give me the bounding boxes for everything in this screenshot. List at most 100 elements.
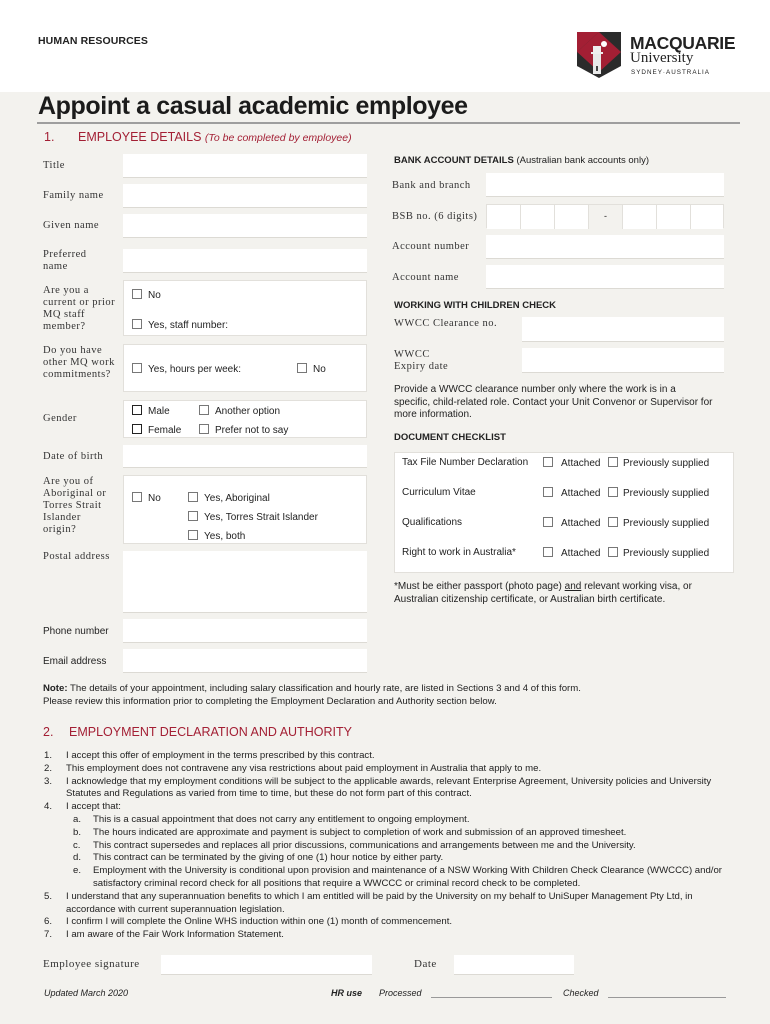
mq-staff-yes[interactable]: Yes, staff number:: [132, 319, 228, 331]
declaration-subitem: a. This is a casual appointment that does…: [73, 813, 470, 825]
wwcc-expiry-input[interactable]: [522, 348, 724, 373]
wwcc-clearance-label: WWCC Clearance no.: [394, 318, 498, 329]
phone-input[interactable]: [123, 619, 367, 643]
aboriginal-group: No Yes, Aboriginal Yes, Torres Strait Is…: [123, 475, 367, 544]
bsb-digit-3[interactable]: [555, 205, 589, 229]
declaration-subitem: e. Employment with the University is cond…: [73, 865, 723, 889]
bank-branch-input[interactable]: [486, 173, 724, 197]
bank-branch-label: Bank and branch: [392, 180, 471, 191]
checkbox[interactable]: [543, 487, 553, 497]
department-label: HUMAN RESOURCES: [38, 35, 149, 47]
page-title: Appoint a casual academic employee: [38, 92, 468, 120]
date-label: Date: [414, 958, 437, 970]
postal-address-input[interactable]: [123, 551, 367, 613]
checklist-row: Right to work in Australia* Attached Pre…: [402, 547, 710, 559]
attached-option[interactable]: Attached: [543, 457, 600, 469]
checklist-footnote: *Must be either passport (photo page) an…: [394, 581, 692, 605]
checklist-heading: DOCUMENT CHECKLIST: [394, 432, 506, 443]
checkbox[interactable]: [608, 517, 618, 527]
checkbox[interactable]: [297, 363, 307, 373]
checklist-row: Qualifications Attached Previously suppl…: [402, 517, 710, 529]
declaration-item: 6. I confirm I will complete the Online W…: [44, 916, 453, 928]
account-name-input[interactable]: [486, 265, 724, 289]
checkbox[interactable]: [199, 405, 209, 415]
checkbox[interactable]: [132, 405, 142, 415]
account-number-input[interactable]: [486, 235, 724, 259]
previously-supplied-option[interactable]: Previously supplied: [608, 487, 709, 499]
processed-line: [431, 997, 552, 998]
declaration-item: 7. I am aware of the Fair Work Informatio…: [44, 929, 284, 941]
checkbox[interactable]: [132, 492, 142, 502]
bsb-digit-4[interactable]: [623, 205, 657, 229]
mq-staff-no[interactable]: No: [132, 289, 161, 301]
aboriginal-yes[interactable]: Yes, Aboriginal: [188, 492, 270, 504]
checkbox[interactable]: [188, 530, 198, 540]
previously-supplied-option[interactable]: Previously supplied: [608, 517, 709, 529]
wwcc-clearance-input[interactable]: [522, 317, 724, 342]
other-commitments-group: Yes, hours per week: No: [123, 344, 367, 392]
dob-label: Date of birth: [43, 451, 104, 462]
section2-heading: 2. EMPLOYMENT DECLARATION AND AUTHORITY: [43, 725, 352, 739]
postal-address-label: Postal address: [43, 551, 110, 562]
account-name-label: Account name: [392, 272, 459, 283]
checkbox[interactable]: [188, 511, 198, 521]
bsb-digit-2[interactable]: [521, 205, 555, 229]
checkbox[interactable]: [543, 547, 553, 557]
previously-supplied-option[interactable]: Previously supplied: [608, 547, 709, 559]
previously-supplied-option[interactable]: Previously supplied: [608, 457, 709, 469]
checkbox[interactable]: [199, 424, 209, 434]
given-name-input[interactable]: [123, 214, 367, 238]
checklist-row: Curriculum Vitae Attached Previously sup…: [402, 487, 710, 499]
bsb-input-group: -: [486, 204, 724, 229]
declaration-item: 1. I accept this offer of employment in t…: [44, 750, 375, 761]
checkbox[interactable]: [132, 363, 142, 373]
logo-tagline: SYDNEY·AUSTRALIA: [631, 69, 710, 76]
attached-option[interactable]: Attached: [543, 517, 600, 529]
commitments-no[interactable]: No: [297, 363, 326, 375]
title-divider: [37, 122, 740, 124]
preferred-name-input[interactable]: [123, 249, 367, 273]
aboriginal-no[interactable]: No: [132, 492, 161, 504]
wwcc-expiry-label: WWCC Expiry date: [394, 349, 449, 372]
commitments-yes[interactable]: Yes, hours per week:: [132, 363, 241, 375]
checkbox[interactable]: [132, 319, 142, 329]
checkbox[interactable]: [608, 547, 618, 557]
checkbox[interactable]: [608, 487, 618, 497]
section1-heading: 1. EMPLOYEE DETAILS (To be completed by e…: [44, 130, 352, 144]
section1-note: (To be completed by employee): [204, 132, 352, 144]
date-input[interactable]: [454, 955, 574, 975]
checked-label: Checked: [563, 988, 599, 998]
bsb-digit-6[interactable]: [691, 205, 723, 229]
gender-female[interactable]: Female: [132, 424, 181, 436]
signature-label: Employee signature: [43, 958, 140, 970]
checkbox[interactable]: [188, 492, 198, 502]
gender-male[interactable]: Male: [132, 405, 170, 417]
declaration-item: 3. I acknowledge that my employment condi…: [44, 775, 712, 800]
attached-option[interactable]: Attached: [543, 487, 600, 499]
university-logo: MACQUARIE University SYDNEY·AUSTRALIA: [577, 32, 737, 78]
processed-label: Processed: [379, 988, 422, 998]
dob-input[interactable]: [123, 445, 367, 468]
torres-strait-yes[interactable]: Yes, Torres Strait Islander: [188, 511, 318, 523]
bsb-digit-5[interactable]: [657, 205, 691, 229]
checkbox[interactable]: [132, 289, 142, 299]
both-yes[interactable]: Yes, both: [188, 530, 245, 542]
bsb-label: BSB no. (6 digits): [392, 211, 478, 222]
family-name-input[interactable]: [123, 184, 367, 208]
checklist-row: Tax File Number Declaration Attached Pre…: [402, 457, 710, 469]
attached-option[interactable]: Attached: [543, 547, 600, 559]
declaration-list: 1. I accept this offer of employment in t…: [38, 750, 738, 942]
checkbox[interactable]: [543, 457, 553, 467]
gender-prefer-not[interactable]: Prefer not to say: [199, 424, 288, 436]
aboriginal-label: Are you of Aboriginal or Torres Strait I…: [43, 476, 107, 535]
checkbox[interactable]: [608, 457, 618, 467]
checkbox[interactable]: [132, 424, 142, 434]
bsb-digit-1[interactable]: [487, 205, 521, 229]
checkbox[interactable]: [543, 517, 553, 527]
updated-date: Updated March 2020: [44, 988, 129, 998]
email-label: Email address: [43, 656, 107, 667]
email-input[interactable]: [123, 649, 367, 673]
gender-another[interactable]: Another option: [199, 405, 280, 417]
signature-input[interactable]: [161, 955, 372, 975]
title-input[interactable]: [123, 154, 367, 178]
